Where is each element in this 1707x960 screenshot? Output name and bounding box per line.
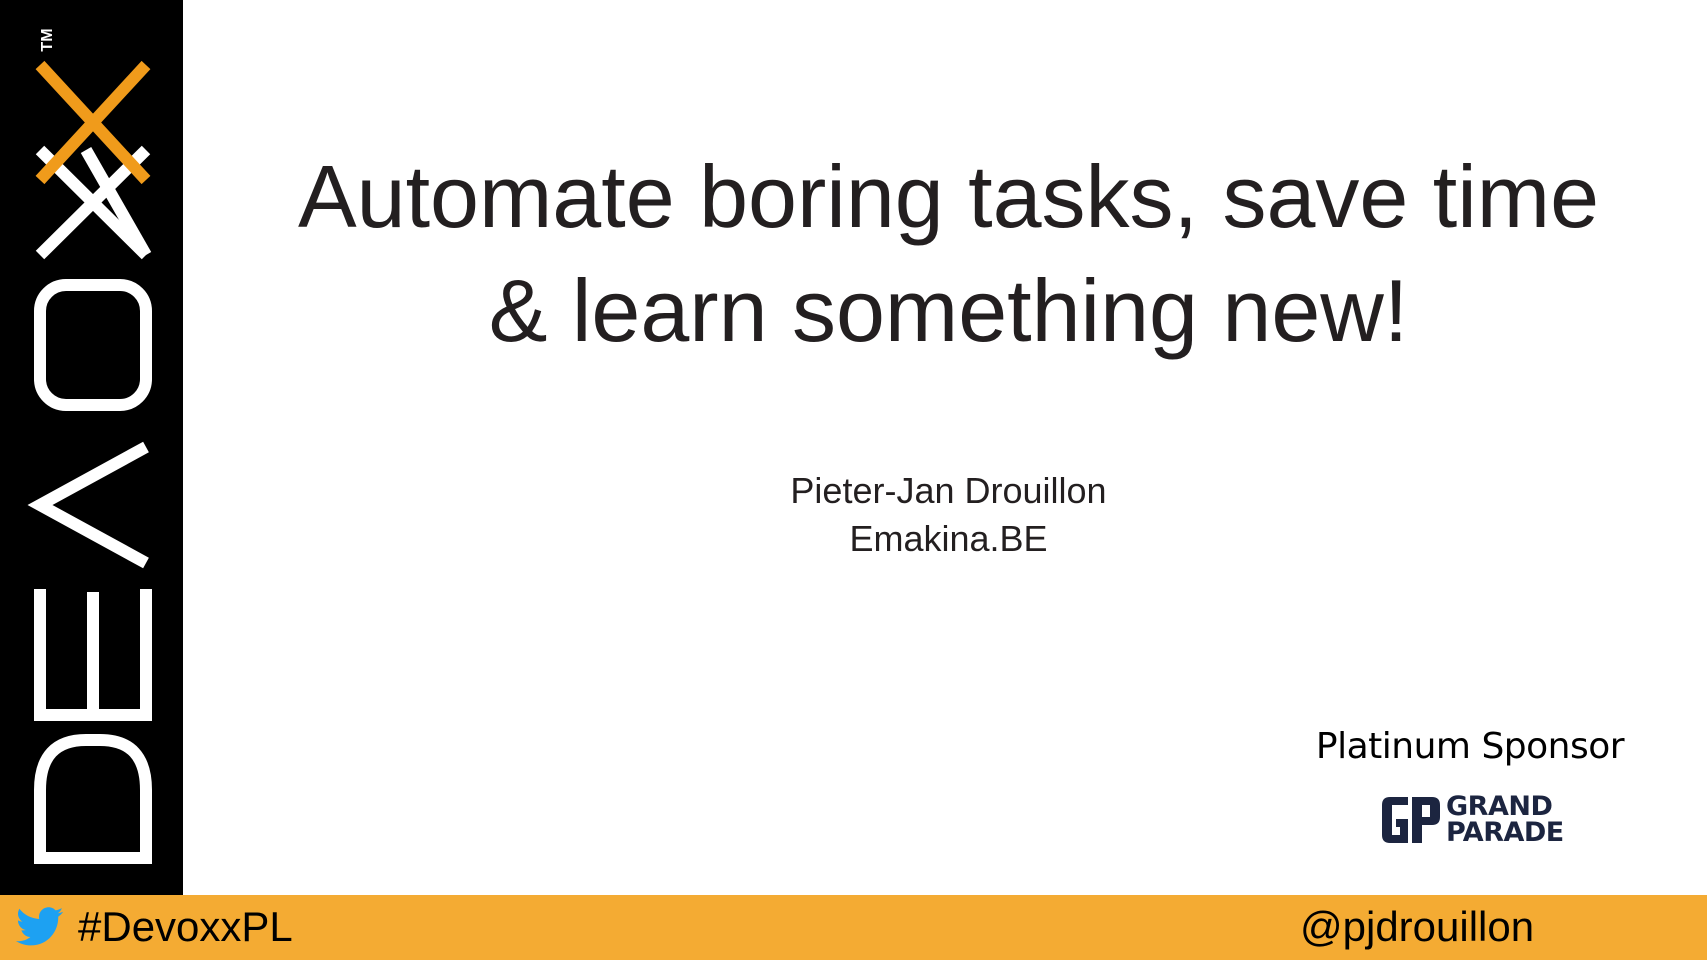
title-line-1: Automate boring tasks, save time — [297, 147, 1600, 246]
title-line-2: & learn something new! — [488, 261, 1409, 360]
twitter-bird-icon — [16, 907, 64, 946]
gp-monogram-icon — [1382, 797, 1440, 843]
brand-sidebar: DEVOXX TM — [0, 0, 183, 895]
gp-word-parade: PARADE — [1446, 817, 1564, 848]
speaker-info: Pieter-Jan Drouillon Emakina.BE — [190, 467, 1707, 563]
sponsor-label: Platinum Sponsor — [1315, 726, 1625, 767]
gp-wordmark: GRAND PARADE — [1446, 793, 1564, 848]
speaker-company: Emakina.BE — [849, 518, 1048, 559]
event-hashtag: #DevoxxPL — [78, 903, 293, 950]
slide-title: Automate boring tasks, save time & learn… — [190, 140, 1707, 368]
speaker-handle: @pjdrouillon — [1300, 903, 1535, 950]
speaker-name: Pieter-Jan Drouillon — [790, 470, 1107, 511]
slide: DEVOXX TM Automate boring tasks, save ti… — [0, 0, 1707, 960]
footer-bar: #DevoxxPL @pjdrouillon — [0, 895, 1707, 960]
trademark-mark: TM — [39, 28, 56, 52]
devoxx-logo — [27, 60, 152, 864]
grand-parade-logo: GRAND PARADE — [1380, 792, 1565, 848]
